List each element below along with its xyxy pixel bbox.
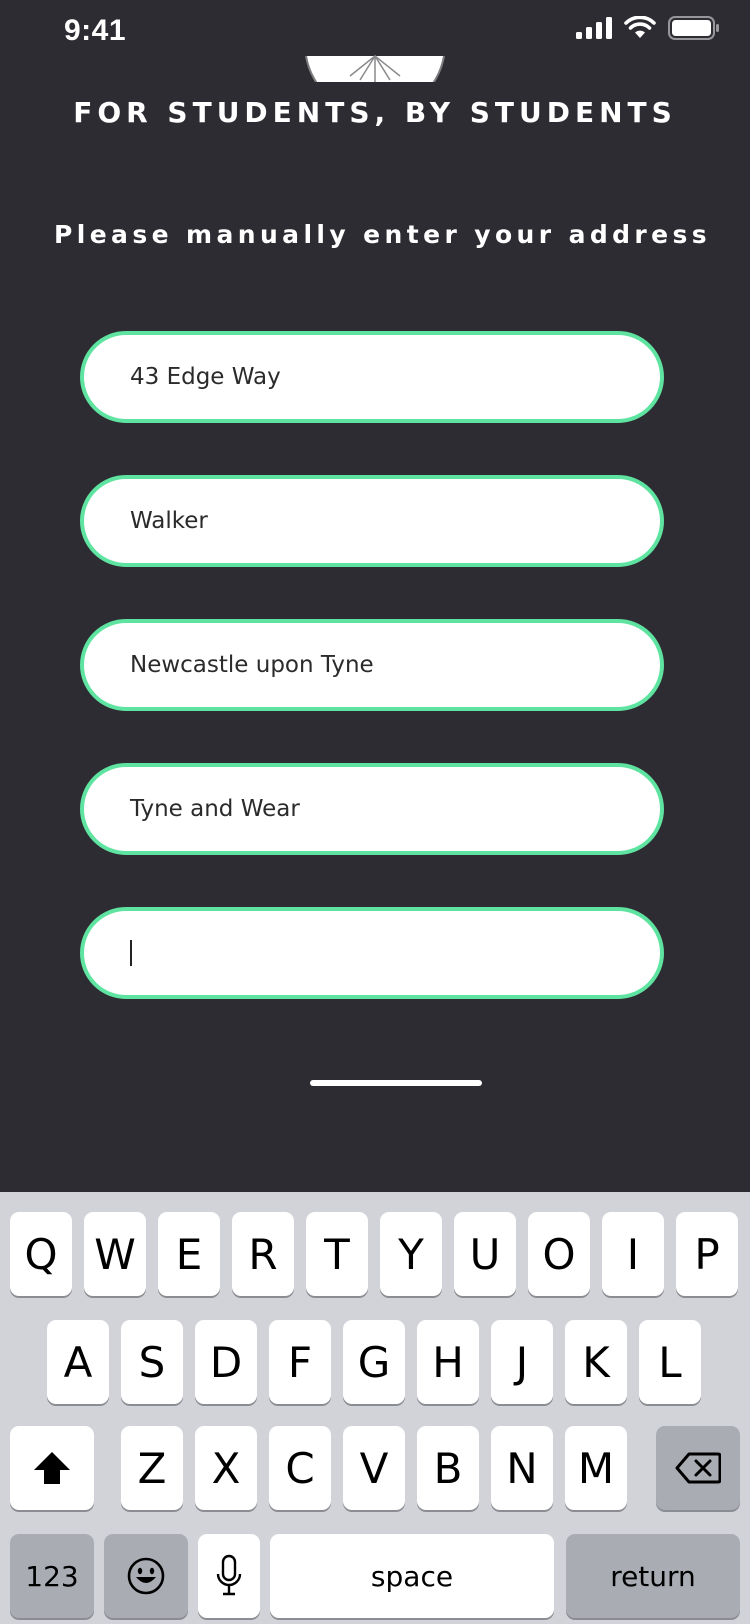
key-b[interactable]: B: [417, 1426, 479, 1510]
battery-icon: [668, 16, 719, 40]
key-n[interactable]: N: [491, 1426, 553, 1510]
shift-key[interactable]: [10, 1426, 94, 1510]
microphone-icon: [216, 1554, 242, 1596]
field-value: Tyne and Wear: [130, 796, 300, 822]
key-c[interactable]: C: [269, 1426, 331, 1510]
key-s[interactable]: S: [121, 1320, 183, 1404]
delete-key[interactable]: [656, 1426, 740, 1510]
city-field[interactable]: Newcastle upon Tyne: [80, 619, 664, 711]
key-t[interactable]: T: [306, 1212, 368, 1296]
county-field[interactable]: Tyne and Wear: [80, 763, 664, 855]
field-value: Walker: [130, 508, 208, 534]
tagline: FOR STUDENTS, BY STUDENTS: [73, 96, 677, 129]
key-h[interactable]: H: [417, 1320, 479, 1404]
home-indicator: [310, 1080, 482, 1086]
key-u[interactable]: U: [454, 1212, 516, 1296]
key-m[interactable]: M: [565, 1426, 627, 1510]
dictation-key[interactable]: [198, 1534, 260, 1618]
key-x[interactable]: X: [195, 1426, 257, 1510]
backspace-icon: [675, 1452, 721, 1484]
key-y[interactable]: Y: [380, 1212, 442, 1296]
key-w[interactable]: W: [84, 1212, 146, 1296]
key-z[interactable]: Z: [121, 1426, 183, 1510]
status-icons: [576, 16, 720, 40]
keyboard: Q W E R T Y U O I P A S D F G H J K L Z …: [0, 1192, 750, 1624]
key-p[interactable]: P: [676, 1212, 738, 1296]
key-v[interactable]: V: [343, 1426, 405, 1510]
status-time: 9:41: [64, 14, 127, 47]
space-key[interactable]: space: [270, 1534, 554, 1618]
return-key[interactable]: return: [566, 1534, 740, 1618]
instruction-text: Please manually enter your address: [54, 220, 712, 249]
key-o[interactable]: O: [528, 1212, 590, 1296]
logo: [305, 54, 445, 82]
key-k[interactable]: K: [565, 1320, 627, 1404]
address-line2-field[interactable]: Walker: [80, 475, 664, 567]
key-d[interactable]: D: [195, 1320, 257, 1404]
key-l[interactable]: L: [639, 1320, 701, 1404]
key-g[interactable]: G: [343, 1320, 405, 1404]
numbers-key[interactable]: 123: [10, 1534, 94, 1618]
key-f[interactable]: F: [269, 1320, 331, 1404]
key-a[interactable]: A: [47, 1320, 109, 1404]
cellular-signal-icon: [576, 17, 612, 39]
field-value: Newcastle upon Tyne: [130, 652, 374, 678]
emoji-icon: [127, 1557, 165, 1595]
wifi-icon: [624, 16, 656, 38]
key-j[interactable]: J: [491, 1320, 553, 1404]
screen: 9:41 FOR STUDENTS, BY STUDENTS Please ma…: [0, 0, 750, 1624]
field-value: 43 Edge Way: [130, 364, 281, 390]
key-q[interactable]: Q: [10, 1212, 72, 1296]
text-caret: [130, 940, 132, 966]
emoji-key[interactable]: [104, 1534, 188, 1618]
shift-arrow-icon: [34, 1452, 70, 1484]
key-e[interactable]: E: [158, 1212, 220, 1296]
postcode-field[interactable]: [80, 907, 664, 999]
key-r[interactable]: R: [232, 1212, 294, 1296]
address-line1-field[interactable]: 43 Edge Way: [80, 331, 664, 423]
key-i[interactable]: I: [602, 1212, 664, 1296]
